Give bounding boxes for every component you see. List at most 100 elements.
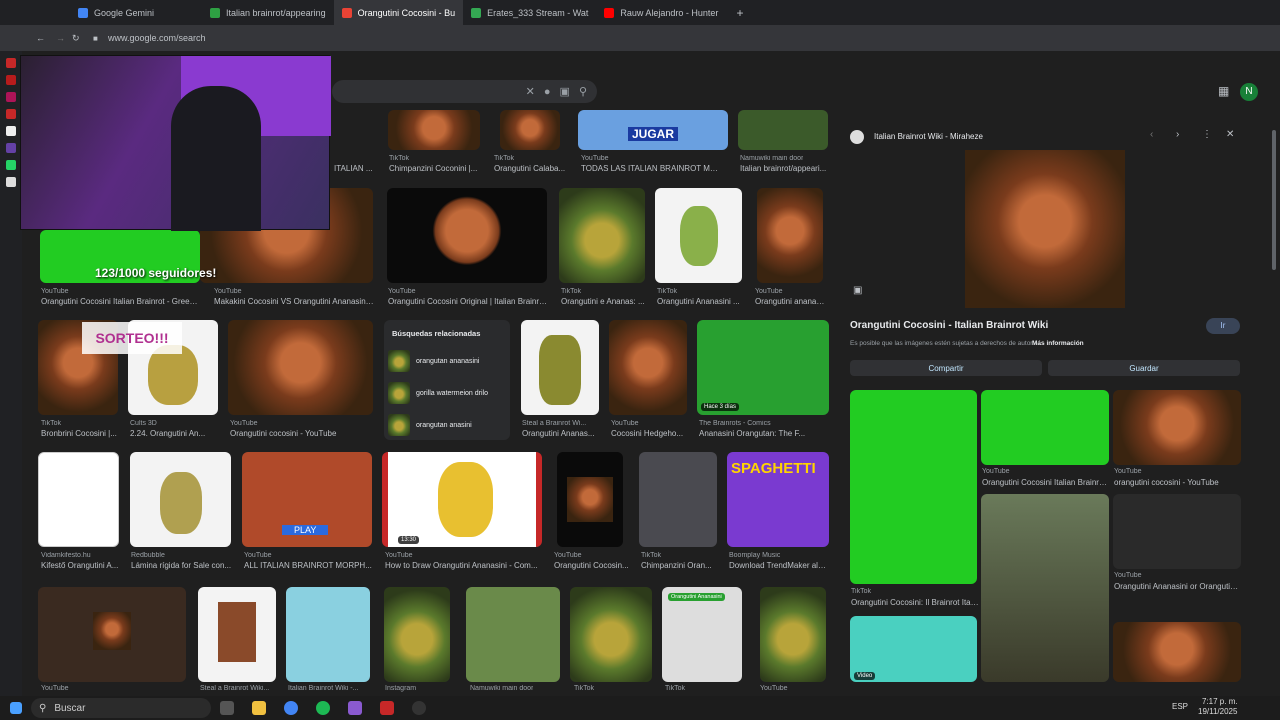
panel-site[interactable]: Italian Brainrot Wiki - Miraheze <box>874 132 983 141</box>
forward-icon[interactable]: → <box>56 33 65 43</box>
opera-icon[interactable] <box>380 701 394 715</box>
sidebar-app-icon[interactable] <box>6 58 16 68</box>
result-image[interactable] <box>388 110 480 150</box>
result-image[interactable] <box>757 188 823 283</box>
related-item[interactable]: orangutan ananasini <box>388 349 508 373</box>
back-icon[interactable]: ← <box>36 33 45 43</box>
result-title[interactable]: Makakini Cocosini VS Orangutini Ananasin… <box>214 297 374 306</box>
result-image[interactable] <box>38 587 186 682</box>
result-image[interactable] <box>760 587 826 682</box>
task-view-icon[interactable] <box>220 701 234 715</box>
result-title[interactable]: Orangutini Ananasini or Orangutini... <box>1114 582 1242 591</box>
result-title[interactable]: Orangutini cocosini - YouTube <box>230 429 375 438</box>
result-title[interactable]: Chimpanzini Coconini |... <box>389 164 489 173</box>
result-title[interactable]: Orangutini Ananas... <box>522 429 602 438</box>
result-image[interactable] <box>466 587 560 682</box>
file-explorer-icon[interactable] <box>252 701 266 715</box>
apps-grid-icon[interactable]: ▦ <box>1218 84 1229 98</box>
result-title[interactable]: Italian brainrot/appeari... <box>740 164 828 173</box>
tab-gemini[interactable]: Google Gemini <box>70 0 162 25</box>
result-title[interactable]: Orangutini Cocosini: Il Brainrot Italian… <box>851 598 979 607</box>
start-icon[interactable] <box>10 702 22 714</box>
taskbar-search[interactable]: ⚲ Buscar <box>31 698 211 718</box>
lens-icon[interactable]: ▣ <box>560 85 570 98</box>
tab-orangutini-search[interactable]: Orangutini Cocosini - Bu <box>333 0 464 25</box>
close-icon[interactable]: ✕ <box>1226 129 1234 140</box>
clock-time[interactable]: 7:17 p. m. <box>1202 697 1238 706</box>
result-image[interactable]: JUGAR <box>578 110 728 150</box>
tiktok-icon[interactable] <box>6 126 16 136</box>
result-image[interactable] <box>559 188 645 283</box>
mic-icon[interactable]: ● <box>544 86 551 98</box>
result-title[interactable]: Kifestő Orangutini A... <box>41 561 123 570</box>
spotify-icon[interactable] <box>316 701 330 715</box>
result-title[interactable]: Orangutini Cocosin... <box>554 561 629 570</box>
avatar[interactable]: N <box>1240 83 1258 101</box>
result-image[interactable]: 13:30 <box>382 452 542 547</box>
clock-date[interactable]: 19/11/2025 <box>1198 707 1237 716</box>
sidebar-app-icon[interactable] <box>6 75 16 85</box>
tab-italian-brainrot[interactable]: Italian brainrot/appearing <box>202 0 334 25</box>
result-title[interactable]: Orangutini Cocosini Original | Italian B… <box>388 297 548 306</box>
twitch-icon[interactable] <box>6 143 16 153</box>
result-title[interactable]: How to Draw Orangutini Ananasini - Com..… <box>385 561 545 570</box>
result-image[interactable]: SPAGHETTI <box>727 452 829 547</box>
result-title[interactable]: Orangutini Ananasini ... <box>657 297 743 306</box>
next-icon[interactable]: › <box>1176 129 1179 140</box>
result-image[interactable]: Hace 3 días <box>697 320 829 415</box>
result-title[interactable]: ITALIAN ... <box>334 164 379 173</box>
related-image[interactable] <box>1113 622 1241 682</box>
result-image[interactable]: Orangutini Ananasini <box>662 587 742 682</box>
whatsapp-icon[interactable] <box>6 160 16 170</box>
related-image[interactable] <box>1113 390 1241 465</box>
result-image[interactable] <box>570 587 652 682</box>
preview-image[interactable] <box>965 150 1125 308</box>
result-title[interactable]: Ananasini Orangutan: The F... <box>699 429 829 438</box>
result-image[interactable] <box>655 188 742 283</box>
url-field[interactable]: www.google.com/search <box>108 33 206 43</box>
result-title[interactable]: Orangutini Calaba... <box>494 164 572 173</box>
more-icon[interactable]: ⋮ <box>1202 129 1212 140</box>
result-image[interactable] <box>228 320 373 415</box>
result-title[interactable]: Orangutini e Ananas: ... <box>561 297 647 306</box>
result-title[interactable]: Orangutini ananasini... <box>755 297 825 306</box>
tab-erates-stream[interactable]: Erates_333 Stream - Wat <box>463 0 596 25</box>
result-title[interactable]: TODAS LAS ITALIAN BRAINROT MOR... <box>581 164 723 173</box>
result-title[interactable]: orangutini cocosini - YouTube <box>1114 478 1242 487</box>
lens-icon[interactable]: ▣ <box>853 285 862 296</box>
search-box[interactable]: ✕ ● ▣ ⚲ <box>332 80 597 103</box>
result-image[interactable] <box>286 587 370 682</box>
visit-button[interactable]: Ir <box>1206 318 1240 334</box>
result-image[interactable] <box>639 452 717 547</box>
result-image[interactable] <box>609 320 687 415</box>
related-image[interactable] <box>981 390 1109 465</box>
result-image[interactable] <box>198 587 276 682</box>
clear-icon[interactable]: ✕ <box>526 85 535 98</box>
result-image[interactable] <box>500 110 560 150</box>
result-title[interactable]: Orangutini Cocosini Italian Brainrot - .… <box>982 478 1110 487</box>
result-image[interactable]: PLAY <box>242 452 372 547</box>
result-image[interactable] <box>38 452 119 547</box>
result-image[interactable] <box>384 587 450 682</box>
result-title[interactable]: Download TrendMaker alb... <box>729 561 829 570</box>
related-image[interactable] <box>981 494 1109 682</box>
result-title[interactable]: 2.24. Orangutini An... <box>130 429 220 438</box>
panel-title[interactable]: Orangutini Cocosini - Italian Brainrot W… <box>850 320 1048 331</box>
result-image[interactable] <box>130 452 231 547</box>
share-button[interactable]: Compartir <box>850 360 1042 376</box>
result-title[interactable]: Orangutini Cocosini Italian Brainrot - G… <box>41 297 201 306</box>
result-title[interactable]: ALL ITALIAN BRAINROT MORPH... <box>244 561 376 570</box>
scrollbar[interactable] <box>1272 130 1276 270</box>
related-image[interactable] <box>1113 494 1241 569</box>
new-tab-icon[interactable]: + <box>736 6 743 20</box>
prev-icon[interactable]: ‹ <box>1150 129 1153 140</box>
sidebar-app-icon[interactable] <box>6 109 16 119</box>
discord-icon[interactable] <box>348 701 362 715</box>
obs-icon[interactable] <box>412 701 426 715</box>
language-indicator[interactable]: ESP <box>1172 702 1188 711</box>
result-image[interactable] <box>557 452 623 547</box>
reload-icon[interactable]: ↻ <box>72 33 80 44</box>
chrome-icon[interactable] <box>284 701 298 715</box>
save-button[interactable]: Guardar <box>1048 360 1240 376</box>
more-info-link[interactable]: Más información <box>1032 340 1084 347</box>
